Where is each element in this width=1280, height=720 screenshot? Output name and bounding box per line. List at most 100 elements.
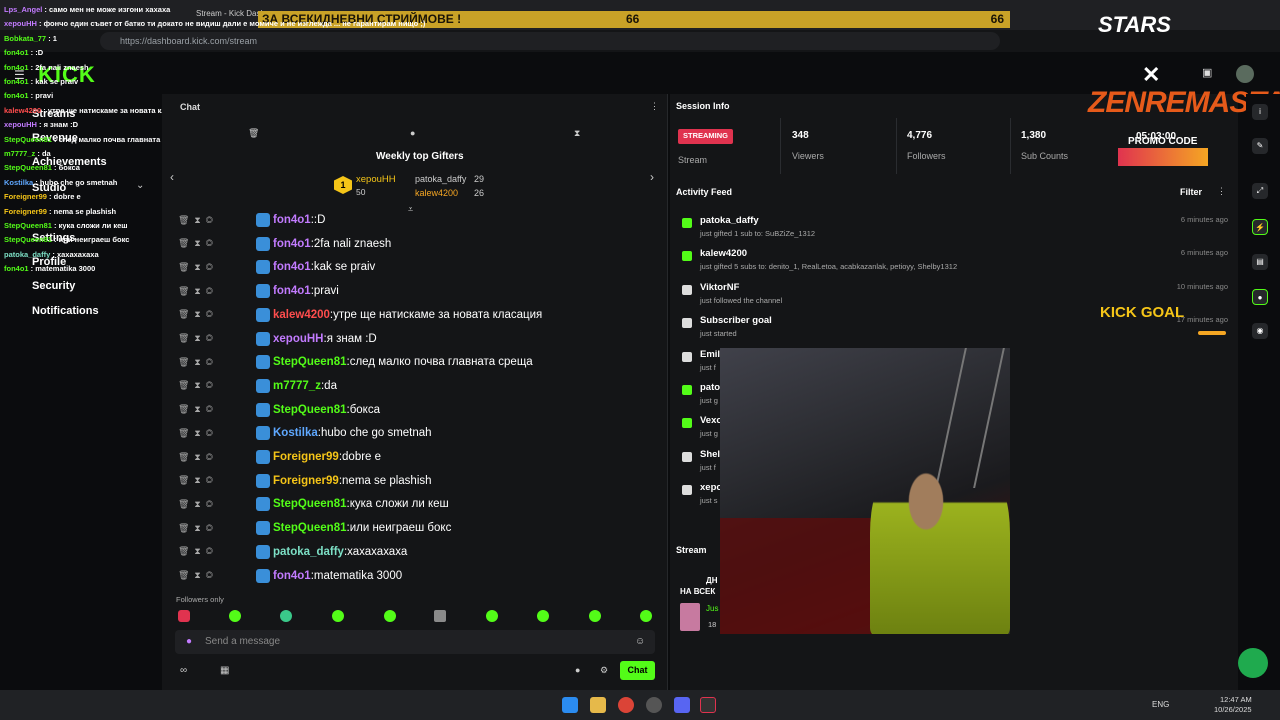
send-chat-button[interactable]: Chat <box>620 661 655 680</box>
chat-message[interactable]: 🗑⧗◎ StepQueen81: след малко почва главнат… <box>178 352 533 372</box>
emote-icon[interactable] <box>434 610 446 622</box>
mod-tools-icon[interactable]: 🗑⧗◎ <box>178 546 256 557</box>
terminal-icon[interactable] <box>700 697 716 713</box>
language-indicator[interactable]: ENG <box>1152 700 1169 709</box>
activity-name[interactable]: ViktorNF <box>700 282 1228 293</box>
mod-tools-icon[interactable]: 🗑⧗◎ <box>178 309 256 320</box>
chat-message[interactable]: 🗑⧗◎ fon4o1: pravi <box>178 281 339 301</box>
emote-icon[interactable] <box>332 610 344 622</box>
emote-icon[interactable] <box>589 610 601 622</box>
gifter-2-name[interactable]: patoka_daffy <box>415 174 466 184</box>
stream-panel-user[interactable]: Jus <box>706 604 718 613</box>
mod-tools-icon[interactable]: 🗑⧗◎ <box>178 499 256 510</box>
mod-tools-icon[interactable]: 🗑⧗◎ <box>178 404 256 415</box>
mod-tools-icon[interactable]: 🗑⧗◎ <box>178 428 256 439</box>
chat-username[interactable]: fon4o1 <box>273 214 311 226</box>
emote-icon[interactable] <box>384 610 396 622</box>
info-icon[interactable]: i <box>1252 104 1268 120</box>
microphone-icon[interactable]: ● <box>186 636 192 647</box>
filter-button[interactable]: Filter <box>1180 187 1202 197</box>
mod-tools-icon[interactable]: 🗑⧗◎ <box>178 452 256 463</box>
chat-username[interactable]: Kostilka <box>273 427 318 439</box>
emote-icon[interactable] <box>280 610 292 622</box>
bolt-icon[interactable]: ⚡ <box>1252 219 1268 235</box>
chat-username[interactable]: xepouHH <box>273 333 323 345</box>
emote-icon[interactable] <box>640 610 652 622</box>
emoji-icon[interactable]: ☺ <box>635 636 645 647</box>
chevron-left-icon[interactable]: ‹ <box>170 170 174 184</box>
emote-icon[interactable] <box>229 610 241 622</box>
clock-date[interactable]: 10/26/2025 <box>1214 705 1252 714</box>
mod-tools-icon[interactable]: 🗑⧗◎ <box>178 523 256 534</box>
chat-bubble-icon[interactable]: ● <box>575 665 580 675</box>
trash-icon[interactable]: 🗑 <box>248 128 259 139</box>
mod-tools-icon[interactable]: 🗑⧗◎ <box>178 357 256 368</box>
chat-username[interactable]: StepQueen81 <box>273 404 347 416</box>
gear-icon[interactable]: ⚙ <box>600 665 608 676</box>
chat-message[interactable]: 🗑⧗◎ fon4o1: matematika 3000 <box>178 566 402 586</box>
chat-message[interactable]: 🗑⧗◎ StepQueen81: бокса <box>178 400 380 420</box>
mod-tools-icon[interactable]: 🗑⧗◎ <box>178 238 256 249</box>
mod-tools-icon[interactable]: 🗑⧗◎ <box>178 286 256 297</box>
chat-message[interactable]: 🗑⧗◎ Kostilka: hubo che go smetnah <box>178 423 432 443</box>
notes-icon[interactable]: ▤ <box>1252 254 1268 270</box>
chat-message[interactable]: 🗑⧗◎ patoka_daffy: хахахахаха <box>178 542 407 562</box>
chat-message[interactable]: 🗑⧗◎ kalew4200: утре ще натискаме за новат… <box>178 305 542 325</box>
mod-view-icon[interactable]: ▣ <box>1202 66 1212 79</box>
chat-username[interactable]: kalew4200 <box>273 309 330 321</box>
chat-message[interactable]: 🗑⧗◎ xepouHH: я знам :D <box>178 329 377 349</box>
chat-bubble-icon[interactable]: ● <box>410 128 415 138</box>
chat-message[interactable]: 🗑⧗◎ StepQueen81: кука сложи ли кеш <box>178 494 449 514</box>
activity-item[interactable]: patoka_daffy just gifted 1 sub to: SuBZiZ… <box>682 215 1228 238</box>
chat-message[interactable]: 🗑⧗◎ fon4o1: :D <box>178 210 325 230</box>
emote-icon[interactable] <box>178 610 190 622</box>
nav-security[interactable]: Security <box>32 280 75 292</box>
support-button[interactable] <box>1238 648 1268 678</box>
chat-username[interactable]: patoka_daffy <box>273 546 344 558</box>
chat-message[interactable]: 🗑⧗◎ fon4o1: kak se praiv <box>178 257 375 277</box>
emote-icon[interactable] <box>486 610 498 622</box>
chat-icon[interactable]: ● <box>1252 289 1268 305</box>
nav-notifications[interactable]: Notifications <box>32 305 99 317</box>
avatar[interactable] <box>1236 65 1254 83</box>
chat-message[interactable]: 🗑⧗◎ Foreigner99: dobre e <box>178 447 381 467</box>
stream-thumbnail[interactable] <box>680 603 700 631</box>
broadcast-icon[interactable]: ◉ <box>1252 323 1268 339</box>
activity-item[interactable]: ViktorNF just followed the channel 10 minu… <box>682 282 1228 305</box>
hourglass-icon[interactable]: ⧗ <box>574 128 580 139</box>
mod-tools-icon[interactable]: 🗑⧗◎ <box>178 262 256 273</box>
points-icon[interactable]: ∞ <box>180 665 187 676</box>
mod-tools-icon[interactable]: 🗑⧗◎ <box>178 380 256 391</box>
chat-message[interactable]: 🗑⧗◎ m7777_z: da <box>178 376 337 396</box>
mod-tools-icon[interactable]: 🗑⧗◎ <box>178 475 256 486</box>
gifter-3-name[interactable]: kalew4200 <box>415 188 458 198</box>
gifter-1-name[interactable]: xepouHH <box>356 174 396 185</box>
chat-message[interactable]: 🗑⧗◎ StepQueen81: или неиграеш бокс <box>178 518 451 538</box>
activity-item[interactable]: kalew4200 just gifted 5 subs to: denito_1… <box>682 248 1228 271</box>
mod-tools-icon[interactable]: 🗑⧗◎ <box>178 333 256 344</box>
chat-menu-icon[interactable]: ⋮ <box>650 101 659 112</box>
obs-icon[interactable] <box>646 697 662 713</box>
chat-username[interactable]: StepQueen81 <box>273 356 347 368</box>
chevron-right-icon[interactable]: › <box>650 170 654 184</box>
chat-username[interactable]: fon4o1 <box>273 238 311 250</box>
chat-username[interactable]: fon4o1 <box>273 285 311 297</box>
start-icon[interactable] <box>562 697 578 713</box>
chat-message[interactable]: 🗑⧗◎ fon4o1: 2fa nali znaesh <box>178 234 391 254</box>
chat-message[interactable]: 🗑⧗◎ Foreigner99: nema se plashish <box>178 471 432 491</box>
mod-tools-icon[interactable]: 🗑⧗◎ <box>178 570 256 581</box>
collapse-icon[interactable]: ⩡ <box>408 204 413 215</box>
chat-username[interactable]: StepQueen81 <box>273 498 347 510</box>
activity-menu-icon[interactable]: ⋮ <box>1217 186 1226 197</box>
discord-icon[interactable] <box>674 697 690 713</box>
chat-username[interactable]: fon4o1 <box>273 570 311 582</box>
chat-username[interactable]: fon4o1 <box>273 261 311 273</box>
expand-icon[interactable]: ⤢ <box>1252 183 1268 199</box>
clock-time[interactable]: 12:47 AM <box>1220 695 1252 704</box>
chat-input[interactable]: Send a message <box>175 630 655 654</box>
chat-username[interactable]: StepQueen81 <box>273 522 347 534</box>
activity-name[interactable]: patoka_daffy <box>700 215 1228 226</box>
mod-tools-icon[interactable]: 🗑⧗◎ <box>178 215 256 226</box>
chat-username[interactable]: Foreigner99 <box>273 451 339 463</box>
activity-name[interactable]: kalew4200 <box>700 248 1228 259</box>
